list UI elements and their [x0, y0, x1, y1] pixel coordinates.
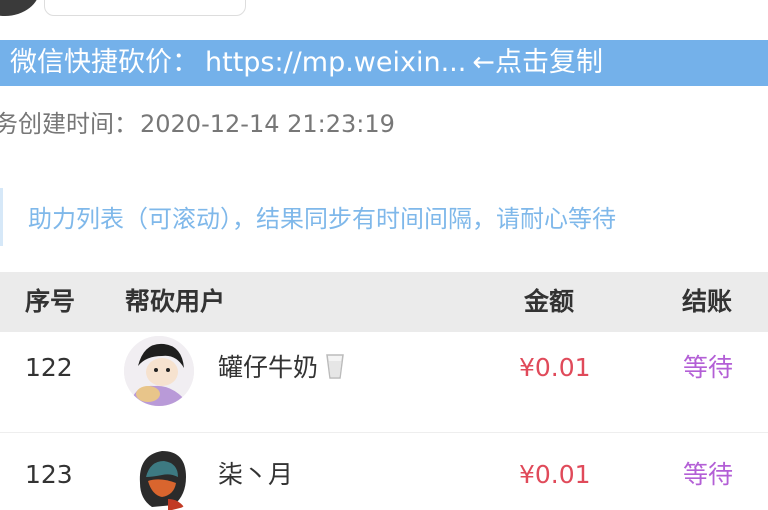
row-amount: ¥0.01 — [519, 460, 591, 489]
share-link-bar[interactable]: 微信快捷砍价： https://mp.weixin... ←点击复制 — [0, 40, 768, 86]
row-index: 123 — [25, 460, 73, 489]
header-status: 结账 — [682, 287, 733, 316]
row-status: 等待 — [683, 353, 734, 382]
table-row[interactable]: 123 柒丶月 ¥0.01 等待 — [0, 432, 768, 510]
avatar-helmet-icon — [128, 443, 198, 510]
row-username-text: 罐仔牛奶 — [218, 353, 319, 382]
row-username: 柒丶月 — [218, 460, 294, 489]
link-label: 微信快捷砍价： — [10, 47, 199, 78]
cup-icon — [324, 340, 346, 404]
page: 微信快捷砍价： https://mp.weixin... ←点击复制 务创建时间：2… — [0, 0, 768, 510]
user-avatar-top — [0, 0, 40, 16]
row-status: 等待 — [683, 460, 734, 489]
avatar — [128, 443, 198, 510]
row-username: 罐仔牛奶 — [218, 336, 346, 404]
table-header: 序号 帮砍用户 金额 结账 — [0, 272, 768, 332]
copy-link-action[interactable]: ←点击复制 — [472, 40, 603, 86]
header-index: 序号 — [25, 287, 76, 316]
avatar-cartoon-icon — [124, 336, 194, 406]
avatar — [124, 336, 194, 406]
link-url[interactable]: https://mp.weixin... — [205, 40, 466, 86]
header-amount: 金额 — [524, 287, 575, 316]
table-row[interactable]: 122 罐仔牛奶 ¥0.01 等待 — [0, 336, 768, 432]
notice-text: 助力列表（可滚动），结果同步有时间间隔，请耐心等待 — [28, 205, 616, 233]
header-user: 帮砍用户 — [125, 287, 226, 316]
created-value: 2020-12-14 21:23:19 — [140, 110, 395, 138]
task-created-time: 务创建时间：2020-12-14 21:23:19 — [0, 104, 395, 139]
top-action-box[interactable] — [44, 0, 246, 16]
row-index: 122 — [25, 353, 73, 382]
created-label: 务创建时间： — [0, 110, 138, 138]
row-amount: ¥0.01 — [519, 353, 591, 382]
help-list-notice: 助力列表（可滚动），结果同步有时间间隔，请耐心等待 — [0, 188, 768, 246]
